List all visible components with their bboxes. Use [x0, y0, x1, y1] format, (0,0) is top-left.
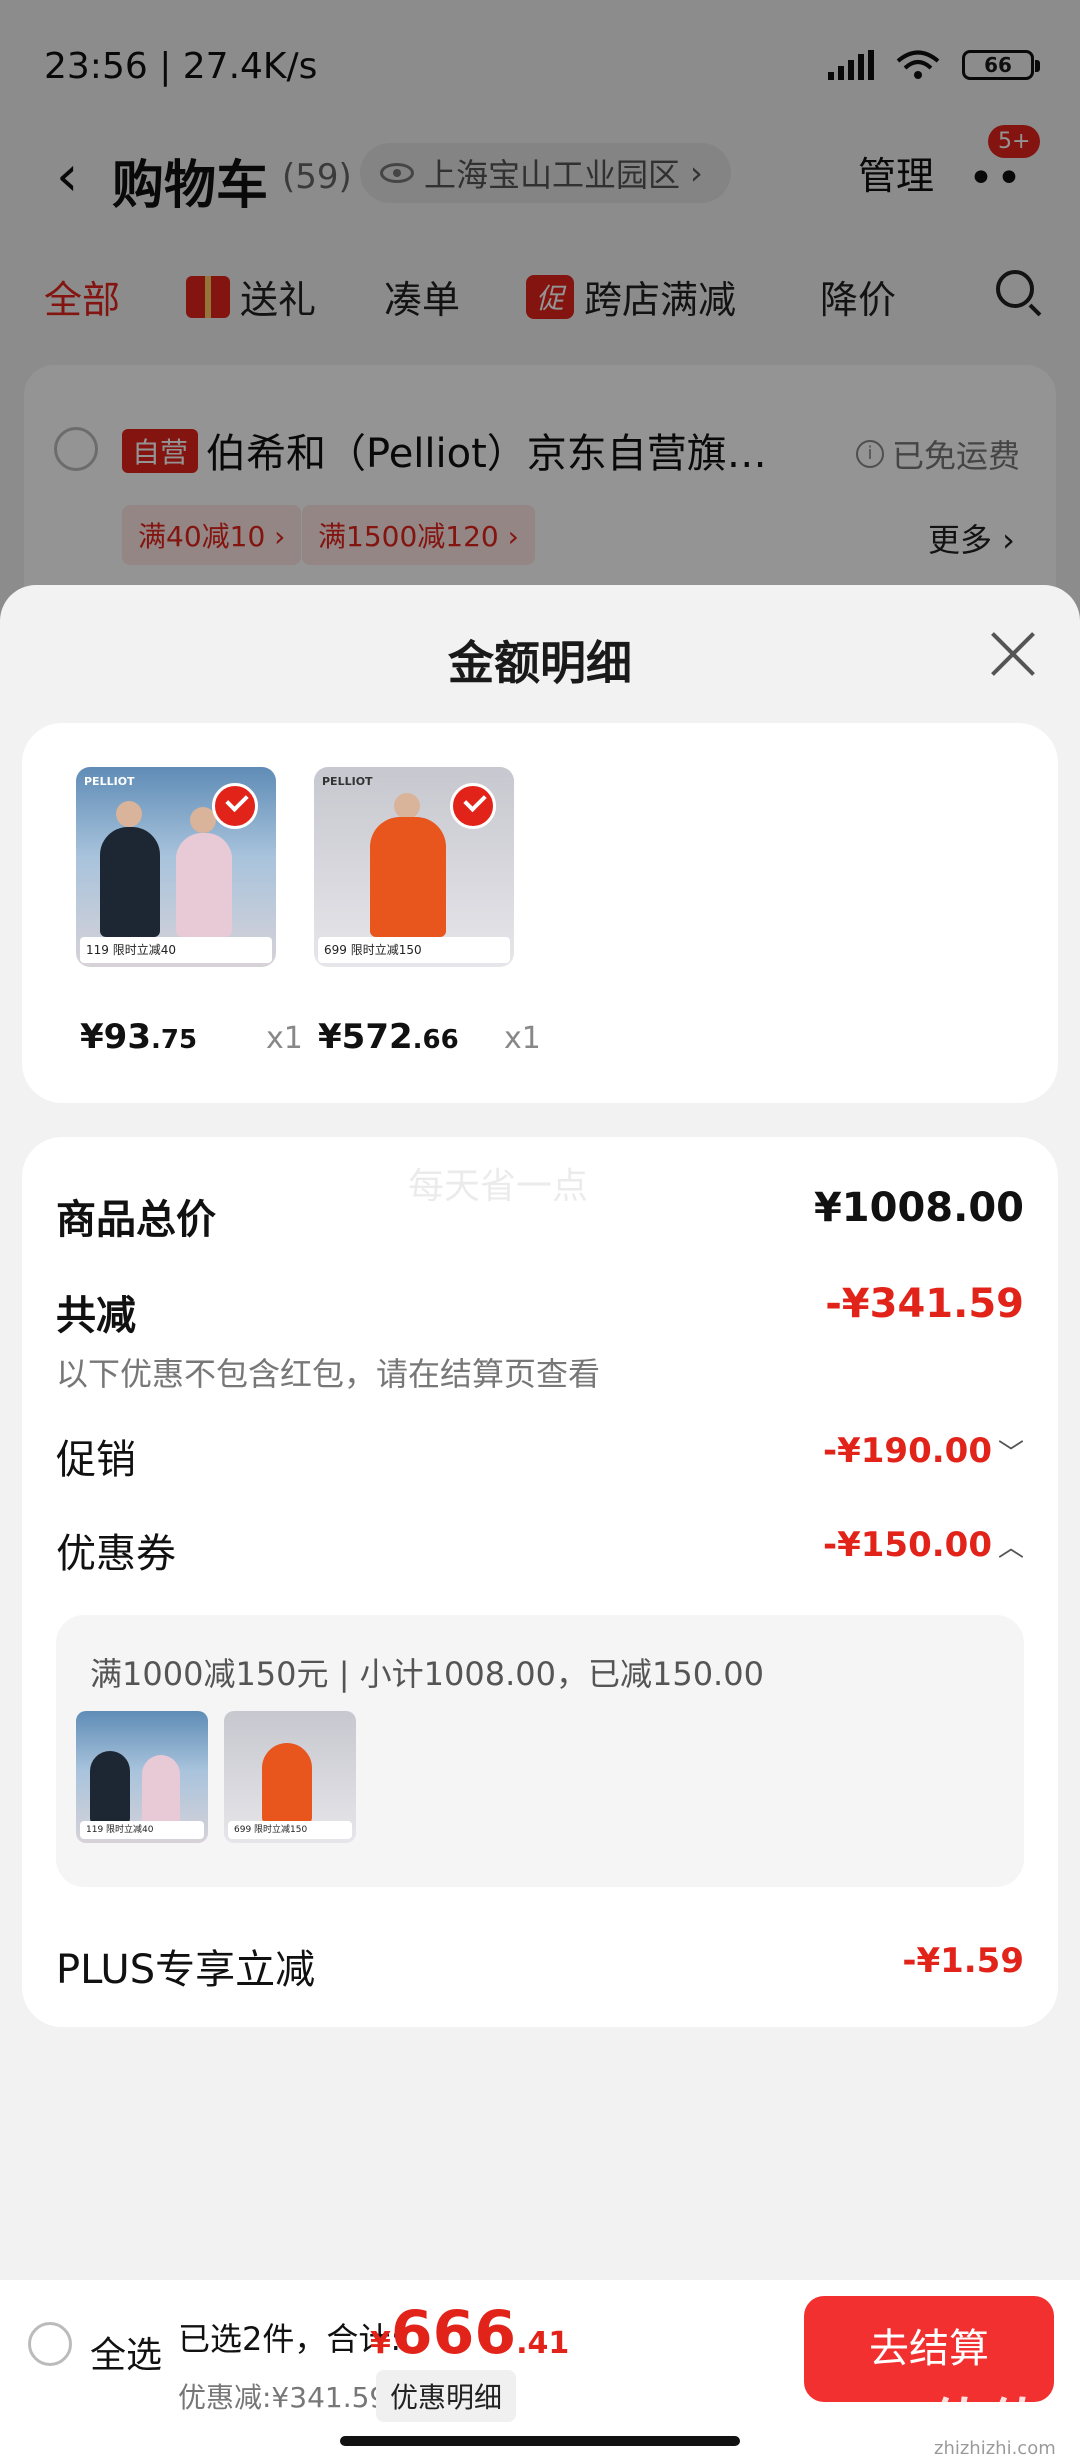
product-price: ¥572.66 — [318, 1017, 459, 1057]
plus-discount-value: -¥1.59 — [902, 1941, 1024, 1981]
total-integer: 666 — [390, 2298, 517, 2368]
promotion-label: 促销 — [56, 1437, 136, 1483]
model-head — [116, 801, 142, 827]
selected-products-card: PELLIOT 119 限时立减40 ¥93.75 x1 PELLIOT 699… — [22, 723, 1058, 1103]
chevron-up-icon: ︿ — [997, 1533, 1024, 1563]
selected-summary: 已选2件，合计: — [178, 2320, 402, 2358]
brand-logo: PELLIOT — [84, 775, 135, 788]
coupon-value: -¥150.00 — [823, 1525, 992, 1565]
model-figure — [100, 827, 160, 937]
product-quantity: x1 — [504, 1021, 541, 1056]
promotion-value: -¥190.00 — [823, 1431, 992, 1471]
discount-summary: 优惠减:¥341.59 — [178, 2381, 388, 2414]
home-indicator[interactable] — [340, 2436, 740, 2446]
watermark-text: 每天省一点 — [408, 1166, 589, 1207]
coupon-detail-box: 满1000减150元 | 小计1008.00，已减150.00 119 限时立减… — [56, 1615, 1024, 1887]
image-price-strip: 119 限时立减40 — [80, 1821, 204, 1839]
product-item[interactable]: PELLIOT 119 限时立减40 ¥93.75 x1 — [76, 767, 306, 1057]
checkout-bar: 全选 已选2件，合计: ¥666.41 优惠减:¥341.59 优惠明细 去结算 — [0, 2280, 1080, 2460]
product-item[interactable]: PELLIOT 699 限时立减150 ¥572.66 x1 — [314, 767, 544, 1057]
model-figure — [90, 1751, 130, 1823]
discount-detail-button[interactable]: 优惠明细 — [376, 2370, 517, 2422]
total-discount-label: 共减 — [56, 1293, 136, 1339]
model-head — [394, 793, 420, 819]
product-price: ¥93.75 — [80, 1017, 197, 1057]
checkmark-icon — [450, 783, 496, 829]
coupon-row-toggle[interactable]: -¥150.00 ︿ — [823, 1525, 1024, 1565]
image-price-strip: 699 限时立减150 — [228, 1821, 352, 1839]
select-all-radio[interactable] — [28, 2322, 72, 2366]
model-figure — [142, 1755, 180, 1825]
price-decimal: .75 — [150, 1025, 198, 1055]
coupon-product-thumbnail: 119 限时立减40 — [76, 1711, 208, 1843]
discount-note: 以下优惠不包含红包，请在结算页查看 — [56, 1355, 601, 1393]
coupon-product-thumbnail: 699 限时立减150 — [224, 1711, 356, 1843]
promotion-row-toggle[interactable]: -¥190.00 ﹀ — [823, 1431, 1024, 1471]
brand-logo: PELLIOT — [322, 775, 373, 788]
total-amount: ¥666.41 — [370, 2298, 569, 2368]
plus-discount-label: PLUS专享立减 — [56, 1947, 316, 1993]
model-figure — [262, 1743, 312, 1823]
subtotal-label: 商品总价 — [56, 1197, 216, 1243]
image-price-strip: 119 限时立减40 — [80, 937, 272, 963]
image-price-strip: 699 限时立减150 — [318, 937, 510, 963]
price-integer: ¥93 — [80, 1017, 151, 1057]
amount-detail-sheet: 金额明细 PELLIOT 119 限时立减40 ¥93.75 x1 PELLIO… — [0, 585, 1080, 2460]
model-figure — [370, 817, 446, 937]
close-icon[interactable] — [988, 629, 1038, 679]
select-all-label[interactable]: 全选 — [90, 2326, 162, 2378]
price-breakdown-card: 每天省一点 商品总价 ¥1008.00 共减 -¥341.59 以下优惠不包含红… — [22, 1137, 1058, 2027]
model-figure — [176, 833, 232, 937]
checkmark-icon — [212, 783, 258, 829]
total-discount-value: -¥341.59 — [825, 1281, 1024, 1327]
coupon-label: 优惠券 — [56, 1531, 176, 1577]
product-quantity: x1 — [266, 1021, 303, 1056]
price-integer: ¥572 — [318, 1017, 413, 1057]
subtotal-value: ¥1008.00 — [813, 1185, 1024, 1231]
currency-symbol: ¥ — [370, 2326, 391, 2361]
coupon-detail-text: 满1000减150元 | 小计1008.00，已减150.00 — [90, 1655, 764, 1693]
chevron-down-icon: ﹀ — [997, 1439, 1024, 1469]
price-decimal: .66 — [412, 1025, 459, 1055]
site-watermark-url: zhizhizhi.com — [934, 2438, 1056, 2459]
sheet-title: 金额明细 — [448, 636, 632, 690]
total-decimal: .41 — [516, 2326, 570, 2361]
